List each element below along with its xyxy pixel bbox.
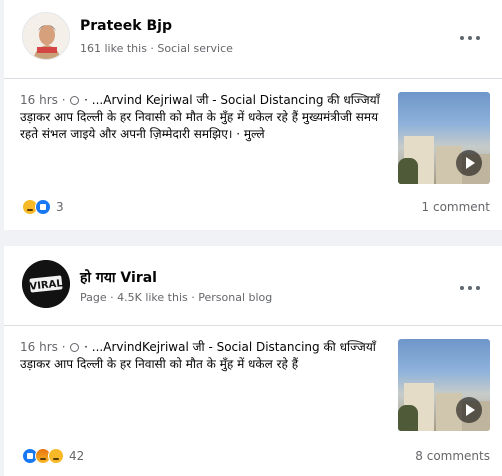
- post-card: VIRAL हो गया Viral Page · 4.5K like this…: [4, 246, 502, 476]
- play-icon[interactable]: [456, 150, 482, 176]
- page-avatar[interactable]: [22, 12, 70, 60]
- comment-count-link[interactable]: 1 comment: [422, 200, 490, 214]
- page-avatar[interactable]: VIRAL: [22, 260, 70, 308]
- avatar-image: [23, 13, 69, 59]
- like-reaction-icon: [35, 199, 51, 215]
- post-text: 16 hrs · · ...ArvindKejriwal जी - Social…: [20, 339, 392, 373]
- video-thumbnail[interactable]: [398, 339, 490, 431]
- page-name[interactable]: हो गया Viral: [80, 268, 157, 287]
- more-options-icon[interactable]: [460, 283, 480, 293]
- reaction-count: 3: [56, 200, 64, 214]
- play-icon[interactable]: [456, 397, 482, 423]
- viral-logo: VIRAL: [22, 260, 70, 308]
- video-thumbnail[interactable]: [398, 92, 490, 184]
- divider: [4, 325, 502, 326]
- more-options-icon[interactable]: [460, 33, 480, 43]
- post-card: Prateek Bjp 161 like this · Social servi…: [4, 0, 502, 230]
- reactions-summary[interactable]: 3: [22, 198, 64, 216]
- post-text: 16 hrs · · ...Arvind Kejriwal जी - Socia…: [20, 92, 392, 143]
- globe-icon: [70, 96, 80, 105]
- post-timestamp[interactable]: 16 hrs ·: [20, 340, 66, 354]
- post-timestamp[interactable]: 16 hrs ·: [20, 93, 66, 107]
- sad-reaction-icon: [48, 448, 64, 464]
- reactions-summary[interactable]: 42: [22, 447, 84, 465]
- page-name[interactable]: Prateek Bjp: [80, 18, 172, 34]
- globe-icon: [70, 343, 80, 352]
- page-meta: Page · 4.5K like this · Personal blog: [80, 291, 273, 304]
- divider: [4, 78, 502, 79]
- reaction-count: 42: [69, 449, 85, 463]
- comment-count-link[interactable]: 8 comments: [415, 449, 490, 463]
- page-meta: 161 like this · Social service: [80, 42, 233, 55]
